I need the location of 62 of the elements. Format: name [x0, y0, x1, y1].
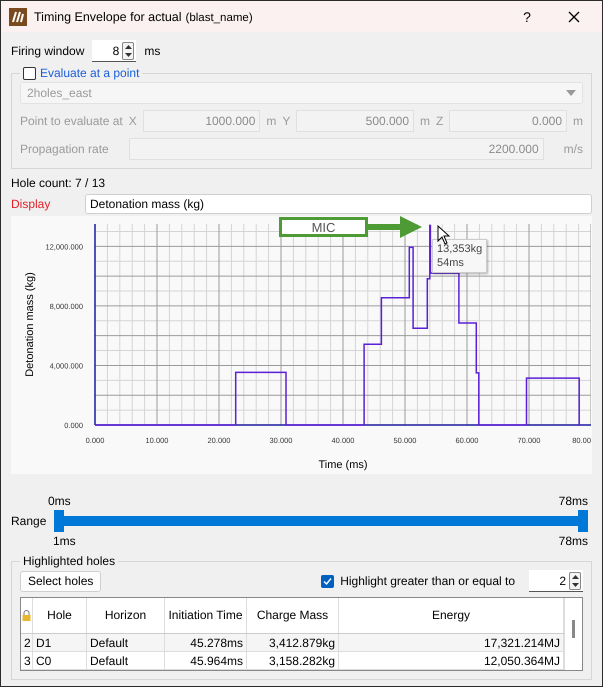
checkbox[interactable] [321, 574, 334, 588]
group-title: Highlighted holes [23, 554, 116, 568]
range-limit: 78ms [558, 534, 588, 548]
caret-icon [566, 90, 576, 96]
spin-field[interactable]: 2 [529, 570, 583, 592]
row-number: 3 [21, 652, 33, 669]
range-limit: 1ms [53, 534, 76, 548]
arrow-down-icon[interactable] [124, 52, 132, 56]
table-cell: 17,321.214MJ [339, 634, 564, 651]
field-label: Propagation rate [20, 142, 109, 156]
table-cell: Default [87, 634, 165, 651]
field-label: Point to evaluate at [20, 114, 123, 128]
table-cell: 12,050.364MJ [339, 652, 564, 669]
window-title: Timing Envelope for actual (blast_name) [34, 10, 253, 24]
column-header[interactable]: Hole [33, 598, 87, 633]
arrow-icon [368, 216, 422, 238]
hole-count: Hole count: 7 / 13 [11, 176, 106, 190]
table-cell: 3,158.282kg [247, 652, 339, 669]
column-header[interactable]: Horizon [87, 598, 165, 633]
field-label: Display [11, 197, 52, 211]
column-header[interactable]: Initiation Time [165, 598, 247, 633]
arrow-up-icon[interactable] [124, 44, 132, 48]
help-button[interactable]: ? [507, 2, 547, 32]
range-label: Range [11, 514, 46, 528]
column-header[interactable]: Charge Mass [247, 598, 339, 633]
unit-label: m [266, 114, 276, 128]
range-value: 0ms [48, 494, 71, 508]
arrow-down-icon[interactable] [572, 582, 578, 586]
slider-handle[interactable] [578, 510, 588, 532]
close-icon [568, 10, 580, 22]
checkbox-label: Highlight greater than or equal to [340, 574, 515, 588]
axis-label: Z [436, 114, 444, 128]
callout-label: MIC [279, 217, 368, 237]
column-header[interactable]: Energy [339, 598, 564, 633]
chart-tooltip: 13,353kg 54ms [432, 239, 488, 273]
range-value: 78ms [558, 494, 588, 508]
unit-label: m [573, 114, 583, 128]
spin-field[interactable]: 8 [92, 40, 136, 62]
axis-label: X [128, 114, 137, 128]
display-field[interactable]: Detonation mass (kg) [85, 194, 592, 214]
unit-label: m [420, 114, 430, 128]
field-label: Firing window [11, 44, 84, 58]
table-cell: 3,412.879kg [247, 634, 339, 651]
table-cell: D1 [33, 634, 87, 651]
cursor-icon [437, 225, 451, 245]
axis-title: Detonation mass (kg) [24, 272, 36, 377]
unit-label: m/s [564, 142, 583, 156]
row-number: 2 [21, 634, 33, 651]
table-cell: 45.964ms [165, 652, 247, 669]
arrow-up-icon[interactable] [572, 574, 578, 578]
slider-handle[interactable] [54, 510, 64, 532]
table-cell: 45.278ms [165, 634, 247, 651]
table-cell: Default [87, 652, 165, 669]
range-slider[interactable] [54, 510, 588, 532]
axis-label: Y [282, 114, 290, 128]
lock-icon [22, 610, 31, 621]
axis-title: Time (ms) [318, 459, 368, 471]
unit-label: ms [144, 44, 160, 58]
table-cell: C0 [33, 652, 87, 669]
app-logo-icon [9, 8, 27, 26]
checkbox-label: Evaluate at a point [40, 66, 140, 80]
select-holes-button[interactable]: Select holes [20, 570, 102, 592]
